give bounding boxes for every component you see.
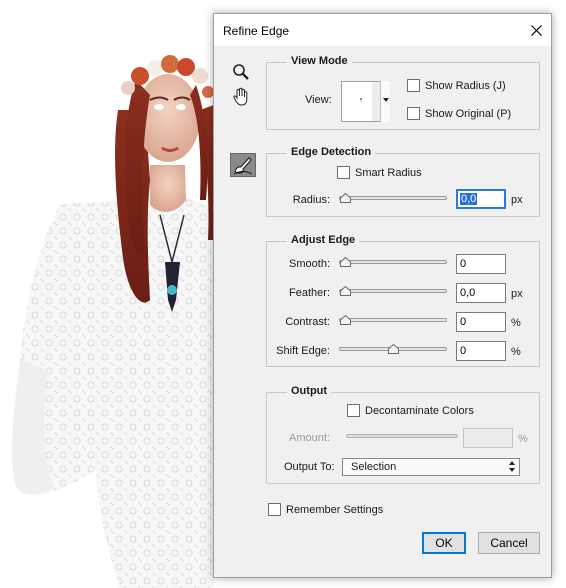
shift-edge-input[interactable]: 0	[456, 341, 506, 361]
radius-unit: px	[511, 194, 523, 206]
decontaminate-colors-label: Decontaminate Colors	[365, 405, 474, 417]
amount-input	[463, 428, 513, 448]
amount-slider	[346, 432, 458, 441]
cancel-button[interactable]: Cancel	[478, 532, 540, 554]
feather-unit: px	[511, 288, 523, 300]
slider-thumb[interactable]	[388, 344, 399, 354]
smooth-label: Smooth:	[289, 258, 330, 270]
slider-track	[339, 260, 447, 264]
view-preview-icon	[342, 82, 380, 121]
amount-label: Amount:	[289, 432, 330, 444]
contrast-label: Contrast:	[285, 316, 330, 328]
slider-track	[339, 318, 447, 322]
close-button[interactable]	[521, 14, 551, 46]
background-photo	[0, 0, 214, 588]
zoom-icon	[233, 64, 249, 80]
close-icon	[531, 25, 542, 36]
ok-button[interactable]: OK	[422, 532, 466, 554]
amount-unit: %	[518, 433, 528, 445]
contrast-input[interactable]: 0	[456, 312, 506, 332]
remember-settings-checkbox[interactable]	[268, 503, 281, 516]
slider-thumb[interactable]	[340, 193, 351, 203]
contrast-slider[interactable]	[339, 315, 447, 325]
show-original-checkbox[interactable]	[407, 107, 420, 120]
adjust-edge-title: Adjust Edge	[287, 234, 360, 246]
slider-thumb[interactable]	[340, 315, 351, 325]
show-radius-label: Show Radius (J)	[425, 80, 506, 92]
view-mode-dropdown-button[interactable]	[380, 81, 390, 122]
remember-settings-label: Remember Settings	[286, 504, 384, 516]
refine-edge-dialog: Refine Edge View Mode View: Show Radius …	[213, 13, 552, 578]
shift-edge-value: 0	[460, 345, 467, 357]
decontaminate-colors-checkbox[interactable]	[347, 404, 360, 417]
slider-track	[339, 289, 447, 293]
contrast-unit: %	[511, 317, 521, 329]
smart-radius-checkbox[interactable]	[337, 166, 350, 179]
feather-input[interactable]: 0,0	[456, 283, 506, 303]
shift-edge-unit: %	[511, 346, 521, 358]
output-to-select[interactable]: Selection	[342, 458, 520, 476]
output-title: Output	[287, 385, 332, 397]
smooth-input[interactable]: 0	[456, 254, 506, 274]
view-label: View:	[305, 94, 332, 106]
smooth-slider[interactable]	[339, 257, 447, 267]
contrast-value: 0	[460, 316, 467, 328]
slider-thumb[interactable]	[340, 257, 351, 267]
show-radius-checkbox[interactable]	[407, 79, 420, 92]
radius-input[interactable]: 0,0	[456, 189, 506, 209]
spinner-arrows-icon	[509, 461, 515, 472]
slider-thumb[interactable]	[340, 286, 351, 296]
hand-icon	[233, 87, 248, 106]
shift-edge-slider[interactable]	[339, 344, 447, 354]
radius-slider[interactable]	[339, 193, 447, 203]
slider-track	[339, 196, 447, 200]
shift-edge-label: Shift Edge:	[276, 345, 330, 357]
title-bar[interactable]: Refine Edge	[214, 14, 551, 46]
feather-label: Feather:	[289, 287, 330, 299]
smart-radius-label: Smart Radius	[355, 167, 422, 179]
edge-detection-title: Edge Detection	[287, 146, 376, 158]
hand-tool-button[interactable]	[232, 87, 254, 109]
feather-value: 0,0	[460, 287, 476, 299]
radius-value: 0,0	[460, 193, 478, 205]
refine-radius-brush-icon	[233, 157, 253, 175]
view-mode-title: View Mode	[287, 55, 352, 67]
output-to-label: Output To:	[284, 461, 335, 473]
smooth-value: 0	[460, 258, 467, 270]
chevron-down-icon	[383, 98, 389, 102]
slider-track	[346, 434, 458, 438]
dialog-title: Refine Edge	[223, 24, 290, 38]
output-to-value: Selection	[351, 461, 397, 473]
show-original-label: Show Original (P)	[425, 108, 512, 120]
refine-radius-tool-button[interactable]	[230, 153, 256, 177]
zoom-tool-button[interactable]	[232, 63, 254, 85]
feather-slider[interactable]	[339, 286, 447, 296]
radius-label: Radius:	[292, 194, 330, 206]
